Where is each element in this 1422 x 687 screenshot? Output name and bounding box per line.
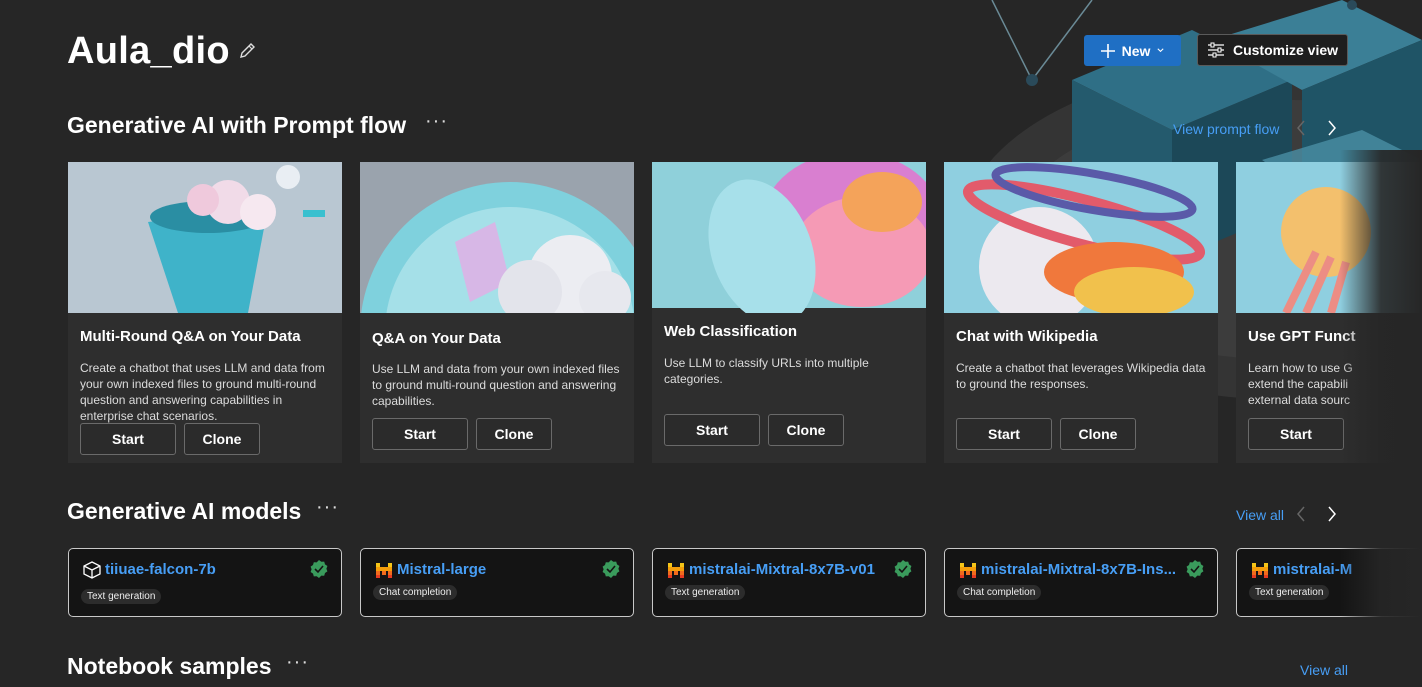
mistral-icon	[376, 563, 392, 578]
verified-badge-icon	[602, 560, 620, 578]
start-button[interactable]: Start	[80, 423, 176, 455]
model-task-tag: Text generation	[665, 585, 746, 600]
flow-card-chat-with-wikipedia[interactable]: Chat with Wikipedia Create a chatbot tha…	[944, 162, 1218, 463]
model-name: mistralai-Mixtral-8x7B-v01	[689, 561, 875, 578]
clone-button[interactable]: Clone	[1060, 418, 1136, 450]
flow-card-multi-round-qa[interactable]: Multi-Round Q&A on Your Data Create a ch…	[68, 162, 342, 463]
model-card-mixtral-8x7b-v01[interactable]: mistralai-Mixtral-8x7B-v01 Text generati…	[652, 548, 926, 617]
mistral-icon	[960, 563, 976, 578]
models-more-button[interactable]: ···	[316, 496, 339, 519]
clone-button[interactable]: Clone	[476, 418, 552, 450]
verified-badge-icon	[894, 560, 912, 578]
verified-badge-icon	[310, 560, 328, 578]
model-task-tag: Chat completion	[373, 585, 458, 600]
chevron-left-icon[interactable]	[1294, 504, 1308, 524]
sliders-icon	[1207, 42, 1224, 58]
view-all-notebooks-link[interactable]: View all	[1300, 662, 1348, 678]
prompt-flow-more-button[interactable]: ···	[425, 110, 448, 133]
start-button[interactable]: Start	[1248, 418, 1344, 450]
plus-icon	[1100, 43, 1115, 58]
card-image	[652, 162, 926, 313]
chevron-right-icon[interactable]	[1325, 118, 1339, 138]
customize-view-button[interactable]: Customize view	[1197, 34, 1348, 66]
notebooks-section-title: Notebook samples	[67, 653, 272, 679]
card-description: Create a chatbot that uses LLM and data …	[80, 361, 325, 423]
card-image	[944, 162, 1218, 313]
workspace-home: Aula_dio New Customize view Generative A…	[0, 0, 1422, 687]
prompt-flow-section-title: Generative AI with Prompt flow	[67, 112, 407, 138]
mistral-icon	[1252, 563, 1268, 578]
card-title: Chat with Wikipedia	[956, 328, 1098, 345]
chevron-left-icon[interactable]	[1294, 118, 1308, 138]
model-task-tag: Text generation	[1249, 585, 1330, 600]
chevron-right-icon[interactable]	[1325, 504, 1339, 524]
model-task-tag: Chat completion	[957, 585, 1042, 600]
carousel-fade-overlay	[1340, 150, 1422, 630]
new-button-label: New	[1121, 42, 1151, 59]
model-card-mixtral-8x7b-instruct[interactable]: mistralai-Mixtral-8x7B-Ins... Chat compl…	[944, 548, 1218, 617]
model-name: Mistral-large	[397, 561, 487, 578]
clone-button[interactable]: Clone	[184, 423, 260, 455]
customize-view-label: Customize view	[1232, 42, 1339, 58]
start-button[interactable]: Start	[372, 418, 468, 450]
notebooks-more-button[interactable]: ···	[286, 651, 309, 674]
card-description: Use LLM and data from your own indexed f…	[372, 362, 620, 408]
clone-button[interactable]: Clone	[768, 414, 844, 446]
start-button[interactable]: Start	[956, 418, 1052, 450]
model-card-falcon[interactable]: tiiuae-falcon-7b Text generation	[68, 548, 342, 617]
card-image	[360, 162, 634, 313]
model-task-tag: Text generation	[81, 589, 162, 604]
start-button[interactable]: Start	[664, 414, 760, 446]
card-description: Use LLM to classify URLs into multiple c…	[664, 356, 869, 386]
flow-card-qa-on-data[interactable]: Q&A on Your Data Use LLM and data from y…	[360, 162, 634, 463]
models-section-title: Generative AI models	[67, 498, 302, 524]
card-title: Web Classification	[664, 323, 798, 340]
verified-badge-icon	[1186, 560, 1204, 578]
cube-icon	[83, 561, 101, 579]
card-image	[68, 162, 342, 313]
pencil-edit-icon[interactable]	[238, 40, 258, 60]
workspace-title: Aula_dio	[67, 30, 230, 72]
model-name: mistralai-Mixtral-8x7B-Ins...	[981, 561, 1177, 578]
view-prompt-flow-link[interactable]: View prompt flow	[1173, 121, 1279, 137]
model-card-mistral-large[interactable]: Mistral-large Chat completion	[360, 548, 634, 617]
new-button[interactable]: New	[1084, 35, 1181, 66]
flow-card-web-classification[interactable]: Web Classification Use LLM to classify U…	[652, 162, 926, 463]
card-title: Multi-Round Q&A on Your Data	[80, 328, 301, 345]
model-name: tiiuae-falcon-7b	[105, 561, 216, 578]
card-title: Q&A on Your Data	[372, 330, 501, 347]
view-all-models-link[interactable]: View all	[1236, 507, 1284, 523]
chevron-down-icon	[1157, 48, 1164, 53]
card-description: Create a chatbot that leverages Wikipedi…	[956, 361, 1206, 391]
mistral-icon	[668, 563, 684, 578]
